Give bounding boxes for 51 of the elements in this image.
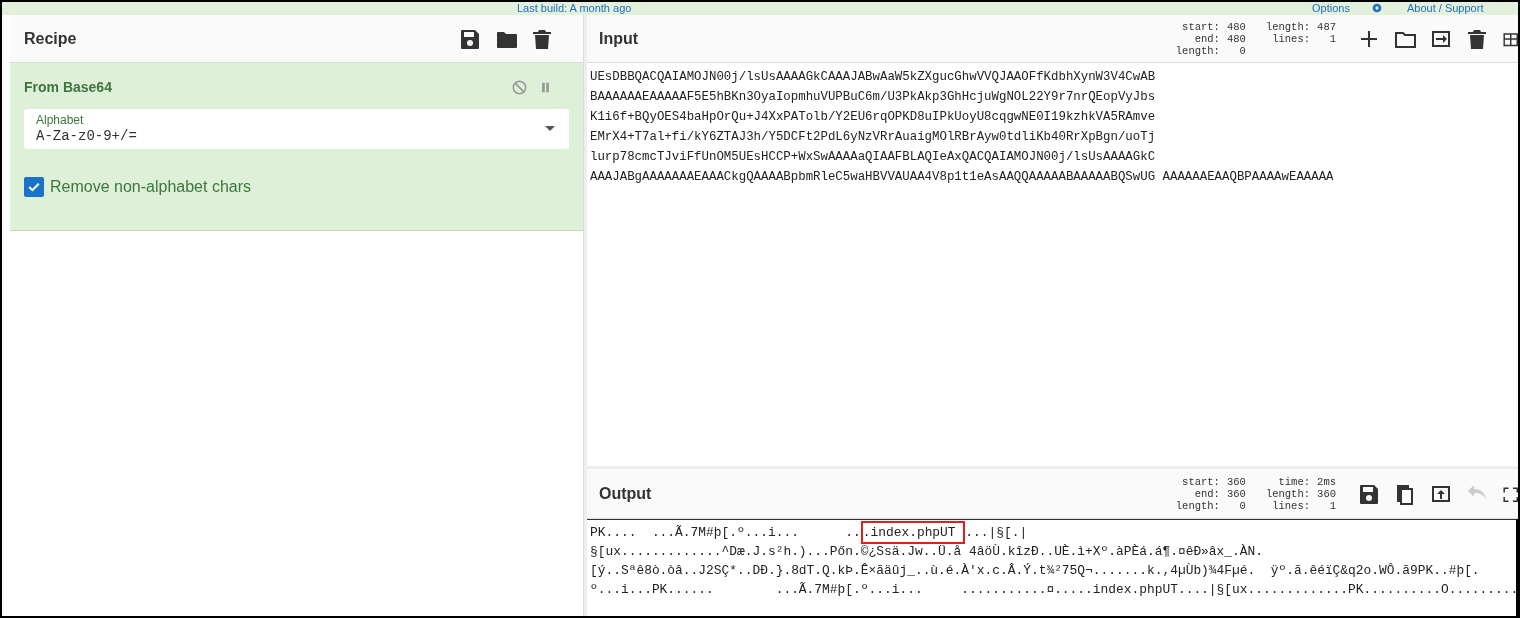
stat-label: end:	[1194, 32, 1220, 45]
save-icon[interactable]	[1358, 482, 1380, 505]
stat-label: lines:	[1272, 32, 1310, 45]
input-line: BAAAAAAEAAAAAF5E5hBKn3OyaIopmhuVUPBuC6m/U3PkAkp3GhHcjuWgNOL22Y9r7nrQEopVyJbs	[590, 89, 1157, 106]
trash-icon[interactable]	[531, 27, 553, 50]
stat-value: 360	[1226, 487, 1246, 500]
alphabet-dropdown[interactable]: Alphabet A-Za-z0-9+/=	[24, 109, 569, 149]
output-text: PK.... ...Ã.7M#þ[.º...i... ..	[590, 524, 861, 542]
stat-label: length:	[1265, 487, 1310, 500]
stat-label: length:	[1175, 499, 1220, 512]
stat-value: 360	[1316, 487, 1336, 500]
settings-icon[interactable]	[1371, 2, 1383, 14]
stat-value: 0	[1238, 499, 1246, 512]
panel-title: Recipe	[24, 28, 78, 49]
checkbox-label: Remove non-alphabet chars	[50, 177, 251, 197]
stat-label: lines:	[1272, 499, 1310, 512]
copy-icon[interactable]	[1394, 482, 1416, 505]
stat-value: 480	[1226, 32, 1246, 45]
output-text: º...i...PK...... ...Ã.7M#þ[.º...i... ...........¤.....index.phpUT....|§[ux.............PK..........O.........	[590, 581, 1518, 599]
stat-label: length:	[1265, 20, 1310, 33]
input-line: K1i6f+BQyOES4baHpOrQu+J4XxPATolb/Y2EU6rqOPKD8uIPkUoyU8cqgwNE0I19kzhkVA5RAmve	[590, 109, 1157, 126]
stat-label: length:	[1175, 44, 1220, 57]
output-text: [ý..Sªê8ò.òâ..J2SÇ*..DÐ.}.8dT.Q.kÞ.Ê×ãäûj_..ù.é.À'x.c.Â.Ý.t¾²75Q¬.......k.,4µÙb)¾4Fµé. ÿº.ã.êéïÇ&q2o.WÔ.ã9PK..#þ[.	[590, 562, 1480, 580]
stat-value: 2ms	[1316, 475, 1336, 488]
highlighted-output-text: .index.phpUT	[860, 521, 966, 544]
input-line: UEsDBBQACQAIAMOJN00j/lsUsAAAAGkCAAAJABwAaW5kZXgucGhwVVQJAAOFfKdbhXynW3V4CwAB	[590, 69, 1157, 86]
output-text: §[ux.............^Dæ.J.s²h.)...Pőn.©¿Ssä.Jw..Ü.å 4âöÙ.kîzÐ..UÈ.ì+Xº.àPÈá.á¶.¤êÐ»âx_.ÀN.	[590, 543, 1263, 561]
caret-icon[interactable]	[545, 126, 555, 131]
stat-label: start:	[1182, 475, 1220, 488]
stat-value: 487	[1316, 20, 1336, 33]
input-line: EMrX4+T7al+fi/kY6ZTAJ3h/Y5DCFt2PdL6yNzVRrAuaigMOlRBrAyw0tdliKb40RrXpBgn/uoTj	[590, 129, 1157, 146]
stat-label: end:	[1194, 487, 1220, 500]
stat-value: 0	[1238, 44, 1246, 57]
stat-label: time:	[1278, 475, 1310, 488]
panel-title: Output	[599, 483, 653, 504]
checkbox[interactable]	[24, 177, 44, 197]
panel-title: Input	[599, 28, 640, 49]
about-link[interactable]: About / Support	[1407, 2, 1484, 14]
stat-value: 480	[1226, 20, 1246, 33]
output-text: ...|§[.|	[965, 524, 1028, 542]
operation-title: From Base64	[24, 77, 113, 97]
stat-value: 1	[1328, 32, 1336, 45]
input-line: AAAJABgAAAAAAAEAAACkgQAAAABpbmRleC5waHBVVAUAA4V8p1t1eAsAAQQAAAAABAAAAABQSwUG AAAAAAEAAQBPAAAAwEAAAAA	[590, 169, 1335, 186]
input-line: lurp78cmcTJviFfUnOM5UEsHCCP+WxSwAAAAaQIAAFBLAQIeAxQACQAIAMOJN00j/lsUsAAAAGkC	[590, 149, 1157, 166]
options-link[interactable]: Options	[1312, 2, 1350, 14]
stat-label: start:	[1182, 20, 1220, 33]
stat-value: 1	[1328, 499, 1336, 512]
stat-value: 360	[1226, 475, 1246, 488]
trash-icon[interactable]	[1466, 27, 1488, 50]
save-icon[interactable]	[459, 27, 481, 50]
build-note-link[interactable]: Last build: A month ago	[517, 2, 632, 14]
